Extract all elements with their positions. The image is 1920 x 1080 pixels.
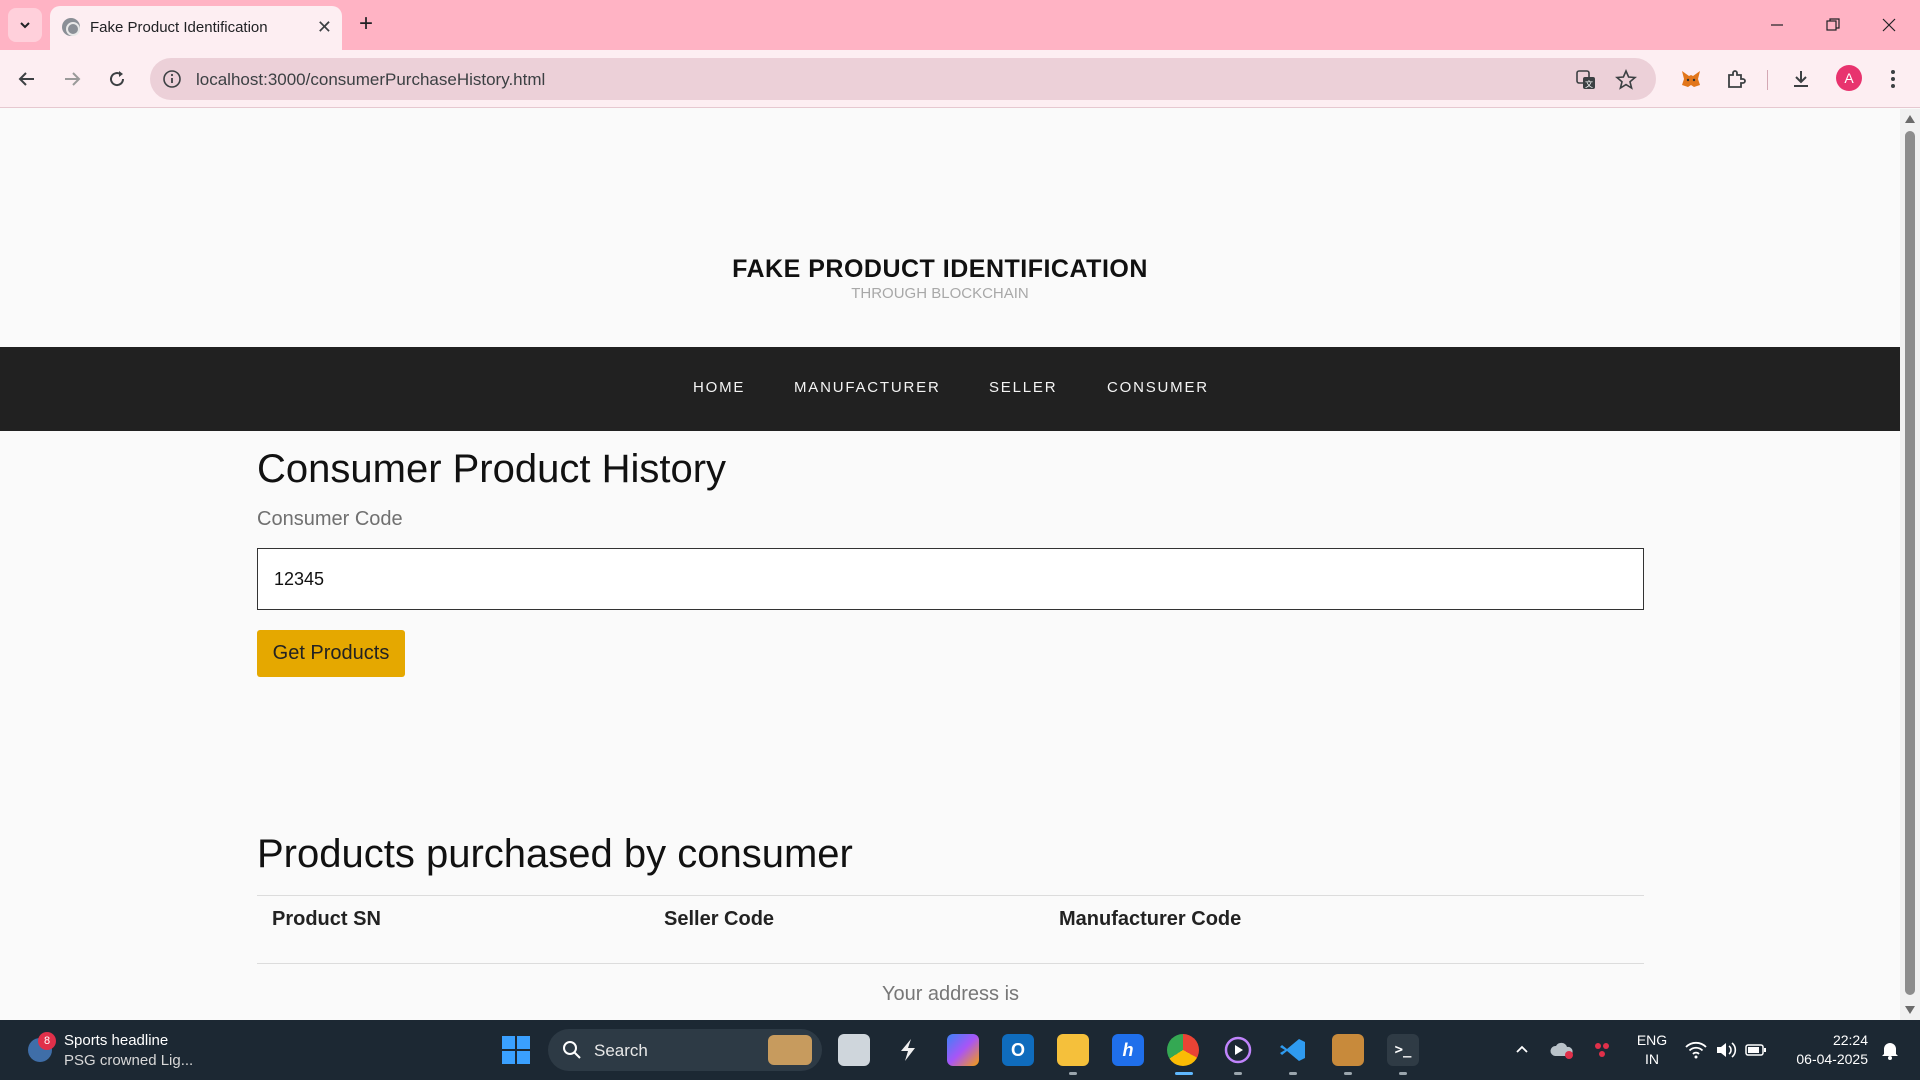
address-text: Your address is xyxy=(881,983,1020,1005)
consumer-code-input[interactable] xyxy=(257,548,1644,610)
nav-home[interactable]: HOME xyxy=(693,379,745,396)
downloads-icon[interactable] xyxy=(1786,64,1816,94)
column-seller-code: Seller Code xyxy=(664,908,775,930)
menu-kebab-icon[interactable] xyxy=(1878,64,1908,94)
svg-text:文: 文 xyxy=(1585,79,1593,89)
chrome-icon[interactable] xyxy=(1167,1034,1199,1066)
site-navigation: HOME MANUFACTURER SELLER CONSUMER xyxy=(0,347,1901,431)
products-heading: Products purchased by consumer xyxy=(257,832,853,876)
back-button[interactable] xyxy=(12,64,42,94)
close-icon xyxy=(1882,18,1896,32)
browser-tab-active[interactable]: Fake Product Identification ✕ xyxy=(50,6,342,50)
close-icon[interactable]: ✕ xyxy=(317,17,332,37)
clock-date[interactable]: 06-04-2025 xyxy=(1778,1051,1868,1067)
vscode-running-indicator xyxy=(1289,1072,1297,1075)
nav-consumer[interactable]: CONSUMER xyxy=(1107,379,1209,396)
wifi-icon[interactable] xyxy=(1680,1034,1712,1066)
restore-icon xyxy=(1826,18,1840,31)
chrome-active-indicator xyxy=(1175,1072,1193,1075)
language-line-1[interactable]: ENG xyxy=(1632,1032,1672,1048)
windows-start-icon[interactable] xyxy=(502,1036,530,1064)
tab-search-button[interactable] xyxy=(8,8,42,42)
scroll-up-icon[interactable] xyxy=(1905,115,1915,123)
site-title: FAKE PRODUCT IDENTIFICATION xyxy=(732,255,1148,283)
site-info-icon[interactable] xyxy=(162,69,182,94)
site-subtitle: THROUGH BLOCKCHAIN xyxy=(851,285,1029,302)
media-running-indicator xyxy=(1234,1072,1242,1075)
metamask-extension-icon[interactable] xyxy=(1676,64,1706,94)
file-explorer-running-indicator xyxy=(1069,1072,1077,1075)
get-products-button[interactable]: Get Products xyxy=(257,630,405,677)
table-top-border xyxy=(257,895,1644,896)
minimize-button[interactable] xyxy=(1762,12,1792,38)
arrow-right-icon xyxy=(65,72,81,86)
minimize-icon xyxy=(1771,24,1783,26)
search-icon xyxy=(563,1041,581,1059)
table-header-border xyxy=(257,963,1644,964)
tray-app-icon[interactable] xyxy=(1586,1034,1618,1066)
tab-title: Fake Product Identification xyxy=(90,19,268,36)
page-title: Consumer Product History xyxy=(257,447,727,491)
media-player-icon[interactable] xyxy=(1222,1034,1254,1066)
browser-toolbar: localhost:3000/consumerPurchaseHistory.h… xyxy=(0,50,1920,108)
close-window-button[interactable] xyxy=(1874,12,1904,38)
extensions-puzzle-icon[interactable] xyxy=(1721,64,1751,94)
file-explorer-icon[interactable] xyxy=(1057,1034,1089,1066)
forward-button[interactable] xyxy=(57,64,87,94)
toolbar-divider xyxy=(1767,70,1768,90)
site-header: FAKE PRODUCT IDENTIFICATION THROUGH BLOC… xyxy=(0,109,1900,347)
package-running-indicator xyxy=(1344,1072,1352,1075)
language-line-2[interactable]: IN xyxy=(1632,1051,1672,1067)
new-tab-button[interactable]: + xyxy=(352,10,380,38)
terminal-icon[interactable]: >_ xyxy=(1387,1034,1419,1066)
vscode-icon[interactable] xyxy=(1277,1034,1309,1066)
outlook-icon[interactable]: O xyxy=(1002,1034,1034,1066)
nav-manufacturer[interactable]: MANUFACTURER xyxy=(794,379,941,396)
address-bar[interactable]: localhost:3000/consumerPurchaseHistory.h… xyxy=(150,58,1656,100)
reload-button[interactable] xyxy=(102,64,132,94)
search-highlight-image xyxy=(768,1035,812,1065)
battery-icon[interactable] xyxy=(1740,1034,1772,1066)
search-label: Search xyxy=(594,1041,648,1060)
scroll-thumb[interactable] xyxy=(1905,131,1915,995)
nav-seller[interactable]: SELLER xyxy=(989,379,1057,396)
chevron-up-icon[interactable] xyxy=(1506,1034,1538,1066)
page-viewport: FAKE PRODUCT IDENTIFICATION THROUGH BLOC… xyxy=(0,109,1920,1020)
news-title: Sports headline xyxy=(64,1032,169,1049)
reload-icon xyxy=(110,71,125,87)
notification-bell-icon[interactable] xyxy=(1876,1034,1904,1066)
news-badge: 8 xyxy=(38,1032,56,1050)
browser-tab-strip: Fake Product Identification ✕ + xyxy=(0,0,1920,50)
translate-icon[interactable]: 文 xyxy=(1574,68,1598,92)
chevron-down-icon xyxy=(20,22,30,29)
profile-avatar[interactable]: A xyxy=(1836,65,1862,91)
copilot-icon[interactable] xyxy=(947,1034,979,1066)
url-text: localhost:3000/consumerPurchaseHistory.h… xyxy=(196,70,546,89)
taskbar-search[interactable]: Search xyxy=(548,1029,822,1071)
taskbar: 8 Sports headline PSG crowned Lig... Sea… xyxy=(0,1020,1920,1080)
cursor-app-icon[interactable] xyxy=(892,1034,924,1066)
column-manufacturer-code: Manufacturer Code xyxy=(1059,908,1242,930)
onedrive-icon[interactable] xyxy=(1546,1034,1578,1066)
globe-icon xyxy=(62,18,80,36)
terminal-running-indicator xyxy=(1399,1072,1407,1075)
restore-button[interactable] xyxy=(1818,12,1848,38)
bookmark-star-icon[interactable] xyxy=(1614,68,1638,92)
scroll-down-icon[interactable] xyxy=(1905,1006,1915,1014)
task-view-icon[interactable] xyxy=(838,1034,870,1066)
volume-icon[interactable] xyxy=(1710,1034,1742,1066)
page-scrollbar[interactable] xyxy=(1900,109,1920,1020)
news-subtitle: PSG crowned Lig... xyxy=(64,1052,194,1069)
column-product-sn: Product SN xyxy=(272,908,381,930)
consumer-code-label: Consumer Code xyxy=(257,508,403,530)
clock-time[interactable]: 22:24 xyxy=(1778,1032,1868,1048)
hashnode-app-icon[interactable]: h xyxy=(1112,1034,1144,1066)
package-app-icon[interactable] xyxy=(1332,1034,1364,1066)
arrow-left-icon xyxy=(18,72,34,86)
